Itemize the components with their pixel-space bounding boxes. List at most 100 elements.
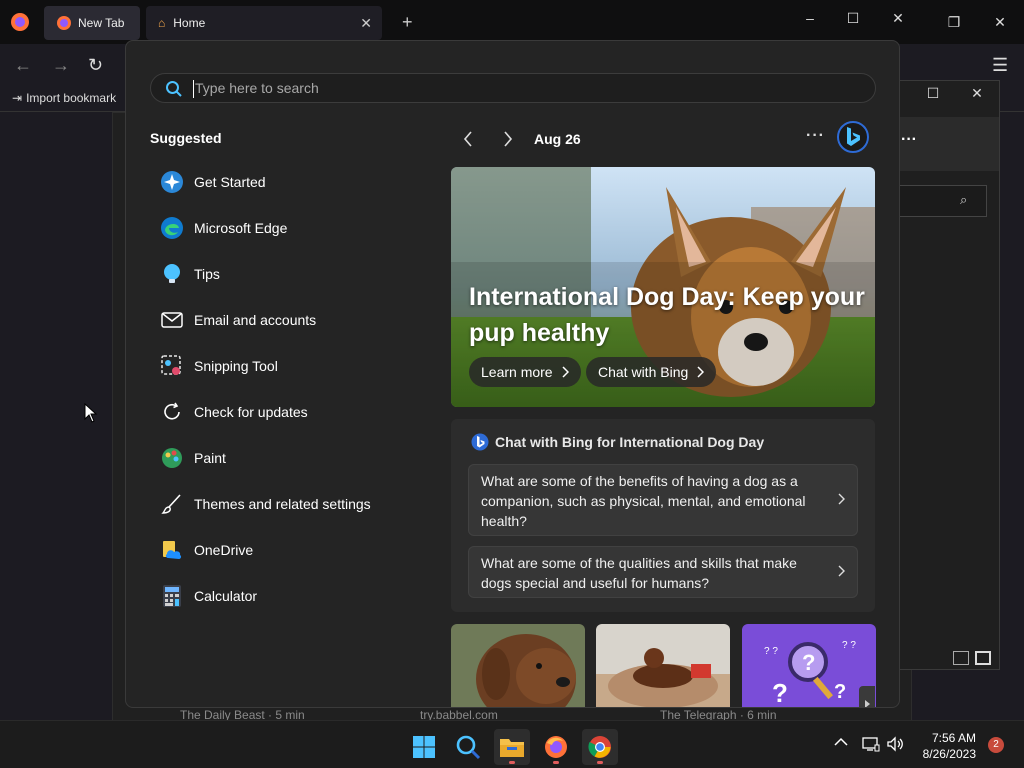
restore-icon[interactable]: ❐ [944, 12, 964, 32]
featured-story-card[interactable]: International Dog Day: Keep your pup hea… [451, 167, 875, 407]
more-options-icon[interactable]: ··· [806, 127, 825, 145]
view-grid-icon[interactable] [975, 651, 991, 665]
firefox-taskbar-button[interactable] [538, 729, 574, 765]
volume-icon[interactable] [886, 736, 904, 752]
file-explorer-button[interactable] [494, 729, 530, 765]
widgets-date-row: Aug 26 ··· [452, 127, 876, 151]
snipping-tool-icon [160, 354, 184, 378]
suggested-item-themes[interactable]: Themes and related settings [150, 481, 430, 527]
mouse-cursor [84, 403, 98, 423]
calculator-icon [160, 584, 184, 608]
close-tab-icon[interactable]: ✕ [360, 15, 372, 32]
suggested-item-calculator[interactable]: Calculator [150, 573, 430, 619]
firefox-tab-icon [57, 16, 71, 30]
tab-home[interactable]: ⌂ Home ✕ [146, 6, 382, 40]
chrome-taskbar-button[interactable] [582, 729, 618, 765]
bing-chat-card: Chat with Bing for International Dog Day… [451, 419, 875, 612]
tab-label: Home [173, 16, 206, 30]
back-icon[interactable]: ← [14, 55, 32, 76]
firefox-icon[interactable] [10, 12, 30, 32]
bing-icon[interactable] [837, 121, 869, 153]
clock-time: 7:56 AM [931, 731, 976, 745]
tab-label: New Tab [78, 16, 125, 30]
learn-more-button[interactable]: Learn more [469, 357, 581, 387]
chat-suggestion-2[interactable]: What are some of the qualities and skill… [468, 546, 858, 598]
search-icon [456, 735, 481, 760]
search-input[interactable] [195, 75, 795, 101]
taskbar-search-button[interactable] [450, 729, 486, 765]
chevron-up-icon [834, 737, 848, 746]
news-thumbnail-quiz[interactable]: ??? ? ? ? ? [742, 624, 876, 708]
chat-suggestion-1[interactable]: What are some of the benefits of having … [468, 464, 858, 536]
import-icon: ⇥ [12, 91, 23, 105]
import-bookmarks-link[interactable]: ⇥ Import bookmark [12, 91, 116, 105]
brush-icon [160, 492, 184, 516]
suggested-item-email[interactable]: Email and accounts [150, 297, 430, 343]
suggested-item-check-updates[interactable]: Check for updates [150, 389, 430, 435]
import-bookmarks-label: Import bookmark [26, 91, 117, 105]
scroll-right-button[interactable] [859, 686, 875, 707]
next-day-button[interactable] [500, 129, 516, 149]
svg-text:?: ? [772, 678, 788, 708]
running-indicator [597, 761, 603, 764]
system-clock[interactable]: 7:56 AM 8/26/2023 [910, 730, 976, 762]
more-icon[interactable]: ··· [901, 131, 917, 149]
chat-suggestion-text: What are some of the benefits of having … [481, 473, 806, 529]
tips-icon [160, 262, 184, 286]
suggested-item-paint[interactable]: Paint [150, 435, 430, 481]
suggested-item-snipping-tool[interactable]: Snipping Tool [150, 343, 430, 389]
caret-right-icon [865, 700, 870, 707]
background-search[interactable]: ⌕ [899, 185, 987, 217]
forward-icon[interactable]: → [52, 55, 70, 76]
close-icon[interactable]: ✕ [967, 83, 987, 103]
suggested-list: Get Started Microsoft Edge Tips Email an… [150, 159, 430, 619]
mail-icon [160, 308, 184, 332]
suggested-item-label: Email and accounts [194, 312, 317, 328]
view-list-icon[interactable] [953, 651, 969, 665]
start-button[interactable] [406, 729, 442, 765]
suggested-item-label: Calculator [194, 588, 258, 604]
chat-with-bing-button[interactable]: Chat with Bing [586, 357, 717, 387]
close-icon[interactable]: ✕ [888, 8, 908, 28]
show-hidden-icons-button[interactable] [834, 737, 848, 747]
search-icon: ⌕ [960, 192, 968, 207]
chrome-icon [588, 736, 611, 758]
menu-icon[interactable]: ☰ [992, 55, 1008, 76]
bing-chat-card-header: Chat with Bing for International Dog Day [471, 433, 764, 451]
reload-icon[interactable]: ↻ [88, 55, 103, 76]
chat-suggestion-text: What are some of the qualities and skill… [481, 555, 797, 591]
close-window-icon[interactable]: ✕ [990, 12, 1010, 32]
suggested-item-get-started[interactable]: Get Started [150, 159, 430, 205]
learn-more-label: Learn more [481, 364, 553, 380]
news-thumbnail-dachshund[interactable] [596, 624, 730, 707]
suggested-item-onedrive[interactable]: OneDrive [150, 527, 430, 573]
suggested-item-edge[interactable]: Microsoft Edge [150, 205, 430, 251]
get-started-icon [160, 170, 184, 194]
suggested-item-tips[interactable]: Tips [150, 251, 430, 297]
suggested-item-label: Paint [194, 450, 226, 466]
maximize-icon[interactable]: ☐ [843, 8, 863, 28]
svg-text:?: ? [834, 681, 846, 703]
suggested-item-label: Themes and related settings [194, 496, 371, 512]
clock-date: 8/26/2023 [922, 747, 976, 761]
refresh-icon [160, 400, 184, 424]
minimize-icon[interactable]: – [800, 8, 820, 28]
featured-story-title[interactable]: International Dog Day: Keep your pup hea… [469, 279, 869, 351]
current-date: Aug 26 [534, 131, 581, 147]
suggested-item-label: Get Started [194, 174, 266, 190]
new-tab-button[interactable]: + [402, 12, 413, 33]
notification-badge[interactable]: 2 [988, 737, 1004, 753]
suggested-item-label: Check for updates [194, 404, 308, 420]
maximize-icon[interactable]: ☐ [923, 83, 943, 103]
paint-icon [160, 446, 184, 470]
news-thumbnail-dog[interactable] [451, 624, 585, 707]
taskbar: 7:56 AM 8/26/2023 2 [0, 720, 1024, 768]
bing-icon [471, 433, 489, 451]
start-search-box[interactable] [150, 73, 876, 103]
previous-day-button[interactable] [460, 129, 476, 149]
tab-new-tab[interactable]: New Tab [44, 6, 140, 40]
chevron-right-icon [838, 565, 845, 577]
chevron-right-icon [697, 366, 705, 378]
network-icon[interactable] [862, 736, 880, 752]
windows-icon [413, 736, 435, 758]
